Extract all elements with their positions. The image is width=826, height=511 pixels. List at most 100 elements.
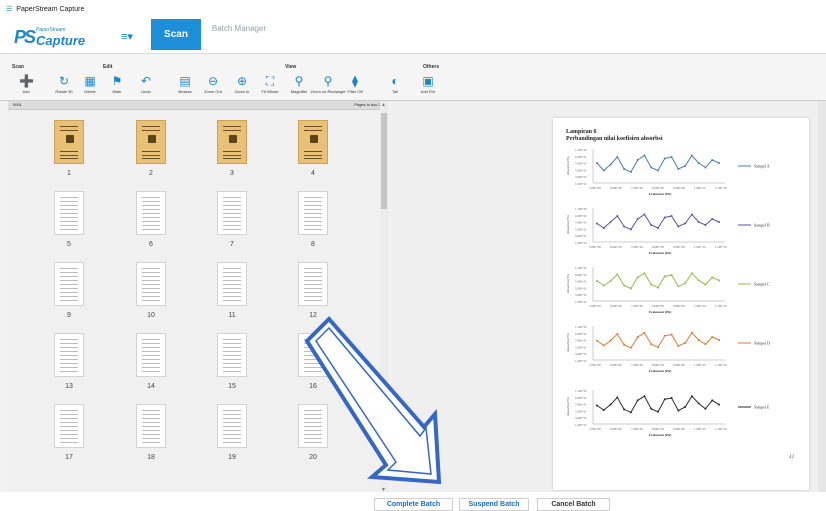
x-tick-label: 5.00E+09 (589, 245, 601, 249)
add-button[interactable]: ➕ Add (12, 74, 40, 94)
page-image (136, 404, 166, 448)
legend-label: Sampel B (754, 223, 770, 228)
data-point (677, 225, 680, 228)
data-point (711, 159, 714, 161)
page-thumbnail[interactable]: 2 (110, 116, 192, 188)
y-tick-label: 7.00E+01 (575, 339, 587, 343)
y-tick-label: 1.10E+02 (575, 207, 587, 211)
magnifier-button[interactable]: ⚲ Magnifier (285, 74, 313, 94)
page-thumbnail[interactable]: 7 (191, 187, 273, 259)
x-tick-label: 6.00E+09 (610, 245, 622, 249)
page-thumbnail[interactable]: 5 (28, 187, 110, 259)
complete-batch-button[interactable]: Complete Batch (374, 498, 453, 511)
data-point (690, 395, 693, 398)
scan-tab[interactable]: Scan (151, 19, 201, 50)
rotate-90-button[interactable]: ↻ Rotate 90 (50, 74, 78, 94)
zoom-in-button[interactable]: ⊕ Zoom In (228, 74, 256, 94)
page-thumbnail[interactable]: 19 (191, 400, 273, 472)
page-image (54, 191, 84, 235)
y-tick-label: 3.00E+01 (575, 234, 587, 238)
page-thumbnail[interactable]: 6 (110, 187, 192, 259)
page-thumbnail[interactable]: 9 (28, 258, 110, 330)
data-point (704, 343, 707, 346)
x-tick-label: 9.00E+09 (673, 245, 685, 249)
page-number: 5 (67, 241, 71, 248)
zoom-rectangle-button[interactable]: ⚲ Zoom on Rectangle (311, 74, 346, 94)
viewer-edge (818, 101, 826, 492)
data-point (609, 403, 612, 406)
page-thumbnail[interactable]: 1 (28, 116, 110, 188)
x-tick-label: 7.00E+09 (631, 186, 643, 190)
x-tick-label: 7.00E+09 (631, 304, 643, 308)
cancel-batch-button[interactable]: Cancel Batch (537, 498, 610, 511)
x-tick-label: 1.00E+10 (694, 186, 706, 190)
data-point (629, 228, 632, 231)
page-thumbnail[interactable]: 10 (110, 258, 192, 330)
y-axis-label: Absorbsi (%) (566, 332, 570, 352)
page-thumbnail[interactable]: 12 (272, 258, 354, 330)
page-thumbnail[interactable]: 11 (191, 258, 273, 330)
add-file-button[interactable]: ▣ Add File (414, 74, 442, 94)
group-others: Others (423, 64, 440, 70)
data-point (636, 399, 639, 402)
page-thumbnail[interactable]: 20 (272, 400, 354, 472)
y-tick-label: 1.00E+01 (575, 182, 587, 186)
page-image (217, 262, 247, 306)
batch-manager-tab[interactable]: Batch Manager (211, 24, 267, 50)
undo-button[interactable]: ↶ Undo (132, 74, 160, 94)
page-thumbnail[interactable]: 14 (110, 329, 192, 401)
data-point (643, 154, 646, 157)
page-thumbnail[interactable]: 4 (272, 116, 354, 188)
menu-icon[interactable]: ≡▾ (121, 30, 137, 43)
y-tick-label: 1.00E+01 (575, 241, 587, 245)
data-point (677, 285, 680, 288)
data-point (636, 159, 639, 161)
y-tick-label: 7.00E+01 (575, 162, 587, 166)
data-point (711, 336, 714, 338)
data-point (609, 163, 612, 166)
chart-axis (592, 390, 725, 425)
x-tick-label: 1.00E+10 (694, 245, 706, 249)
thumbnail-scrollbar[interactable]: ▲ ▼ (380, 101, 389, 498)
logo-big-text: Capture (36, 33, 86, 48)
delete-button[interactable]: ▦ Delete (76, 74, 104, 94)
x-axis-label: Frekuensi (Hz) (649, 369, 672, 373)
data-point (663, 157, 666, 160)
fit-whole-button[interactable]: ⛶ Fit Whole (256, 74, 284, 94)
legend-label: Sampel E (754, 405, 770, 410)
chart-sampel-c: 1.10E+02 9.00E+01 7.00E+01 5.00E+01 3.00E+01… (566, 266, 770, 314)
page-thumbnail[interactable]: 17 (28, 400, 110, 472)
filter-off-button[interactable]: ⧫ Filter Off (341, 74, 369, 94)
series-line (596, 395, 720, 414)
page-thumbnail[interactable]: 15 (191, 329, 273, 401)
suspend-batch-button[interactable]: Suspend Batch (459, 498, 529, 511)
x-tick-label: 9.00E+09 (673, 363, 685, 367)
data-point (684, 165, 687, 167)
scroll-up-icon[interactable]: ▲ (381, 102, 386, 108)
thumbnail-panel: 0001 Pages in doc 20 1 2 3 4 5 6 7 8 9 10 11 12 13 14… (8, 101, 389, 498)
data-point (704, 224, 707, 226)
browse-button[interactable]: ▤ Browse (171, 74, 199, 94)
page-number: 14 (147, 383, 155, 390)
data-point (663, 334, 666, 337)
tail-button[interactable]: ◐ Tail (381, 74, 409, 94)
data-point (697, 162, 700, 164)
data-point (684, 406, 687, 408)
x-tick-label: 1.00E+10 (694, 304, 706, 308)
data-point (596, 222, 598, 225)
x-tick-label: 1.10E+10 (715, 245, 727, 249)
page-number: 8 (311, 241, 315, 248)
page-thumbnail[interactable]: 18 (110, 400, 192, 472)
page-thumbnail[interactable]: 3 (191, 116, 273, 188)
page-image (54, 262, 84, 306)
scrollbar-thumb[interactable] (381, 113, 387, 209)
page-thumbnail[interactable]: 16 (272, 329, 354, 401)
page-thumbnail[interactable]: 13 (28, 329, 110, 401)
zoom-in-icon: ⊕ (236, 74, 248, 88)
page-image (54, 404, 84, 448)
data-point (616, 215, 619, 217)
zoom-out-button[interactable]: ⊖ Zoom Out (199, 74, 227, 94)
mark-button[interactable]: ⚑ Mark (103, 74, 131, 94)
data-point (663, 275, 666, 278)
page-thumbnail[interactable]: 8 (272, 187, 354, 259)
